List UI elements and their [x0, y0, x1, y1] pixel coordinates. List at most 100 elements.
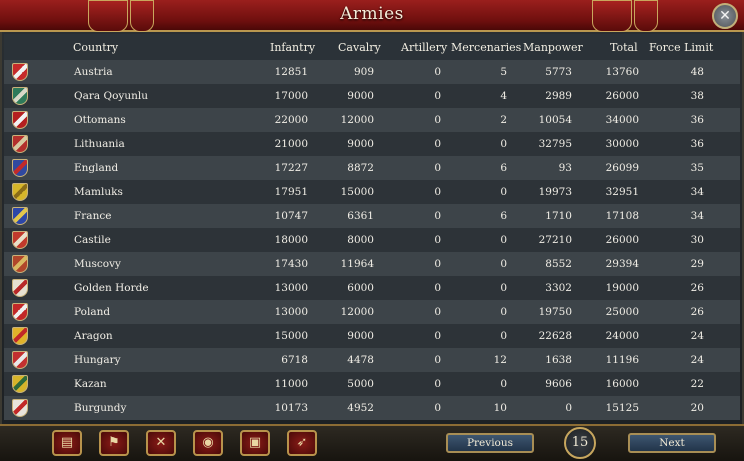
cell-force-limit: 34 [690, 210, 704, 222]
cell-total: 11196 [605, 354, 639, 366]
cell-cavalry: 5000 [347, 378, 374, 390]
country-flag-icon[interactable] [12, 183, 28, 201]
cell-cavalry: 909 [353, 66, 374, 78]
cell-country[interactable]: England [74, 162, 118, 174]
column-header-infantry[interactable]: Infantry [270, 41, 315, 54]
country-flag-icon[interactable] [12, 207, 28, 225]
country-flag-icon[interactable] [12, 231, 28, 249]
cell-country[interactable]: Poland [74, 306, 110, 318]
country-flag-icon[interactable] [12, 255, 28, 273]
armies-table: Austria 12851 909 0 5 5773 13760 48 Qara Qoyunlu… [4, 60, 740, 420]
table-header: Country Infantry Cavalry Artillery Merce… [4, 34, 740, 60]
ledger-button[interactable]: ▤ [52, 430, 82, 456]
cell-infantry: 21000 [274, 138, 308, 150]
cell-force-limit: 48 [690, 66, 704, 78]
table-row[interactable]: Lithuania 21000 9000 0 0 32795 30000 36 [4, 132, 740, 156]
flag-emblem [13, 64, 27, 80]
cell-mercenaries: 0 [500, 234, 507, 246]
table-row[interactable]: Castile 18000 8000 0 0 27210 26000 30 [4, 228, 740, 252]
previous-button[interactable]: Previous [446, 433, 534, 453]
cell-mercenaries: 0 [500, 186, 507, 198]
cell-country[interactable]: Castile [74, 234, 111, 246]
country-flag-icon[interactable] [12, 351, 28, 369]
country-flag-icon[interactable] [12, 375, 28, 393]
table-row[interactable]: Mamluks 17951 15000 0 0 19973 32951 34 [4, 180, 740, 204]
table-row[interactable]: France 10747 6361 0 6 1710 17108 34 [4, 204, 740, 228]
table-row[interactable]: Muscovy 17430 11964 0 0 8552 29394 29 [4, 252, 740, 276]
next-button[interactable]: Next [628, 433, 716, 453]
country-flag-icon[interactable] [12, 327, 28, 345]
cell-mercenaries: 0 [500, 378, 507, 390]
cell-country[interactable]: Mamluks [74, 186, 123, 198]
ledger-icon: ▤ [60, 435, 74, 450]
cell-cavalry: 9000 [347, 330, 374, 342]
flag-emblem [13, 88, 27, 104]
cell-country[interactable]: France [74, 210, 111, 222]
cell-total: 26099 [605, 162, 639, 174]
close-button[interactable]: ✕ [712, 3, 738, 29]
cell-total: 26000 [605, 90, 639, 102]
country-flag-icon[interactable] [12, 399, 28, 417]
table-row[interactable]: Kazan 11000 5000 0 0 9606 16000 22 [4, 372, 740, 396]
cell-total: 15125 [605, 402, 639, 414]
column-header-country[interactable]: Country [73, 41, 118, 54]
column-header-artillery[interactable]: Artillery [401, 41, 447, 54]
cell-manpower: 22628 [538, 330, 572, 342]
cell-cavalry: 9000 [347, 90, 374, 102]
cell-mercenaries: 0 [500, 258, 507, 270]
cell-country[interactable]: Golden Horde [74, 282, 149, 294]
cell-country[interactable]: Lithuania [74, 138, 125, 150]
cell-country[interactable]: Muscovy [74, 258, 121, 270]
country-flag-icon[interactable] [12, 303, 28, 321]
cell-country[interactable]: Qara Qoyunlu [74, 90, 148, 102]
cell-infantry: 15000 [274, 330, 308, 342]
cell-country[interactable]: Aragon [74, 330, 113, 342]
crossed-swords-icon: ✕ [155, 435, 167, 450]
column-header-cavalry[interactable]: Cavalry [338, 41, 381, 54]
cannon-icon: ➶ [296, 435, 308, 450]
table-row[interactable]: Poland 13000 12000 0 0 19750 25000 26 [4, 300, 740, 324]
flag-emblem [13, 400, 27, 416]
column-header-mercenaries[interactable]: Mercenaries [451, 41, 521, 54]
cell-manpower: 1638 [545, 354, 572, 366]
table-row[interactable]: Aragon 15000 9000 0 0 22628 24000 24 [4, 324, 740, 348]
cell-artillery: 0 [434, 234, 441, 246]
country-flag-icon[interactable] [12, 279, 28, 297]
cell-manpower: 19750 [538, 306, 572, 318]
country-flag-icon[interactable] [12, 159, 28, 177]
cannon-button[interactable]: ➶ [287, 430, 317, 456]
cell-country[interactable]: Hungary [74, 354, 121, 366]
country-flag-icon[interactable] [12, 111, 28, 129]
cell-infantry: 17430 [274, 258, 308, 270]
coins-button[interactable]: ◉ [193, 430, 223, 456]
country-flag-icon[interactable] [12, 87, 28, 105]
cell-country[interactable]: Austria [74, 66, 113, 78]
cell-cavalry: 6361 [347, 210, 374, 222]
table-row[interactable]: Ottomans 22000 12000 0 2 10054 34000 36 [4, 108, 740, 132]
cell-country[interactable]: Kazan [74, 378, 107, 390]
table-row[interactable]: Austria 12851 909 0 5 5773 13760 48 [4, 60, 740, 84]
cell-manpower: 32795 [538, 138, 572, 150]
column-header-force-limit[interactable]: Force Limit [649, 41, 713, 54]
cell-force-limit: 20 [690, 402, 704, 414]
country-flag-icon[interactable] [12, 63, 28, 81]
table-row[interactable]: Hungary 6718 4478 0 12 1638 11196 24 [4, 348, 740, 372]
country-flag-icon[interactable] [12, 135, 28, 153]
flag-emblem [13, 304, 27, 320]
column-header-manpower[interactable]: Manpower [523, 41, 583, 54]
table-row[interactable]: Qara Qoyunlu 17000 9000 0 4 2989 26000 38 [4, 84, 740, 108]
crossed-swords-button[interactable]: ✕ [146, 430, 176, 456]
trade-goods-button[interactable]: ▣ [240, 430, 270, 456]
table-row[interactable]: England 17227 8872 0 6 93 26099 35 [4, 156, 740, 180]
column-header-total[interactable]: Total [610, 41, 638, 54]
table-row[interactable]: Burgundy 10173 4952 0 10 0 15125 20 [4, 396, 740, 420]
cell-mercenaries: 0 [500, 306, 507, 318]
flag-button[interactable]: ⚑ [99, 430, 129, 456]
cell-country[interactable]: Burgundy [74, 402, 126, 414]
cell-infantry: 13000 [274, 282, 308, 294]
cell-infantry: 18000 [274, 234, 308, 246]
cell-total: 13760 [605, 66, 639, 78]
table-row[interactable]: Golden Horde 13000 6000 0 0 3302 19000 26 [4, 276, 740, 300]
cell-manpower: 5773 [545, 66, 572, 78]
cell-country[interactable]: Ottomans [74, 114, 126, 126]
